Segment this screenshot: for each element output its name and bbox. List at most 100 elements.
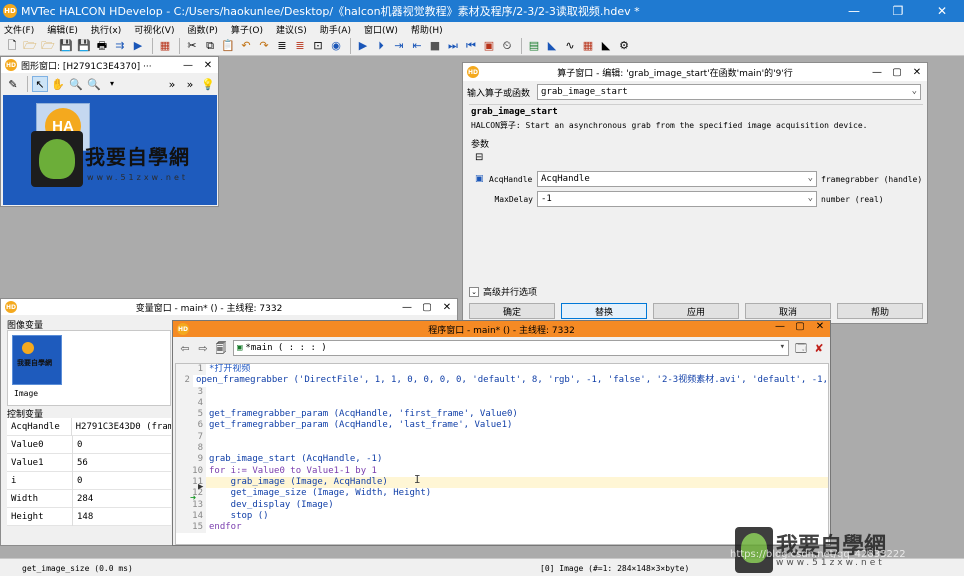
more-options-icon[interactable]: » bbox=[164, 76, 180, 92]
code-editor[interactable]: 1 *打开视频 2 open_framegrabber ('DirectFile', … bbox=[175, 363, 829, 545]
graphics-close-button[interactable]: ✕ bbox=[198, 60, 218, 71]
table-row[interactable]: i0 bbox=[7, 471, 171, 490]
code-line[interactable]: 12 get_image_size (Image, Width, Height) bbox=[176, 488, 828, 500]
clear-window-icon[interactable]: ✎ bbox=[5, 76, 21, 92]
undo-icon[interactable]: ↶ bbox=[238, 38, 254, 54]
table-row[interactable]: Value0 0 bbox=[7, 435, 171, 454]
maximize-button[interactable]: ❐ bbox=[876, 0, 920, 22]
code-line[interactable]: 4 bbox=[176, 397, 828, 410]
zoom-icon[interactable]: 🔍 bbox=[68, 76, 84, 92]
table-row[interactable]: Value1 56 bbox=[7, 453, 171, 472]
apply-button[interactable]: 应用 bbox=[653, 303, 739, 319]
code-line[interactable]: 11 grab_image (Image, AcqHandle) bbox=[176, 476, 828, 489]
code-line[interactable]: 10 for i:= Value0 to Value1-1 by 1 bbox=[176, 465, 828, 477]
open-recent-icon[interactable]: 🗁 bbox=[40, 38, 56, 54]
operator-close-button[interactable]: ✕ bbox=[907, 67, 927, 78]
step-over-icon[interactable]: ⏵ bbox=[373, 38, 389, 54]
feature-inspection-icon[interactable]: ▤ bbox=[526, 38, 542, 54]
histogram-icon[interactable]: ◣ bbox=[544, 38, 560, 54]
procedure-edit-icon[interactable]: 🗐 bbox=[213, 340, 229, 356]
minimize-button[interactable]: — bbox=[832, 0, 876, 22]
back-arrow-icon[interactable]: ⇦ bbox=[177, 340, 193, 356]
open-file-icon[interactable]: 🗁 bbox=[22, 38, 38, 54]
print-icon[interactable]: 🖶 bbox=[94, 38, 110, 54]
chevron-down-icon[interactable]: ▾ bbox=[780, 342, 785, 352]
image-variable-thumbnail[interactable]: 我要自學網 bbox=[12, 335, 62, 385]
toggle-comment-icon[interactable]: ⊡ bbox=[310, 38, 326, 54]
param-value-combo[interactable]: -1 ⌄ bbox=[537, 191, 817, 207]
menu-file[interactable]: 文件(F) bbox=[4, 23, 34, 36]
redo-icon[interactable]: ↷ bbox=[256, 38, 272, 54]
timer-icon[interactable]: ⏲ bbox=[499, 38, 515, 54]
gray-histogram-icon[interactable]: ◣ bbox=[598, 38, 614, 54]
menu-execute[interactable]: 执行(x) bbox=[91, 23, 121, 36]
procedure-save-icon[interactable]: 🗔 bbox=[793, 340, 809, 356]
table-row[interactable]: Width 284 bbox=[7, 489, 171, 508]
chevron-down-icon[interactable]: ⌄ bbox=[912, 86, 917, 96]
chevron-down-icon[interactable]: ▾ bbox=[104, 76, 120, 92]
zoom-window-icon[interactable]: ▦ bbox=[580, 38, 596, 54]
program-minimize-button[interactable]: — bbox=[770, 321, 790, 332]
parameter-info-icon[interactable]: ⊟ bbox=[475, 152, 483, 163]
menu-suggestions[interactable]: 建议(S) bbox=[276, 23, 307, 36]
pan-hand-icon[interactable]: ✋ bbox=[50, 76, 66, 92]
profiler-icon[interactable]: ▣ bbox=[481, 38, 497, 54]
menu-window[interactable]: 窗口(W) bbox=[364, 23, 398, 36]
export-icon[interactable]: ▶ bbox=[130, 38, 146, 54]
run-to-icon[interactable]: ⏭ bbox=[445, 38, 461, 54]
reset-program-icon[interactable]: ⏮ bbox=[463, 38, 479, 54]
operator-input-combo[interactable]: grab_image_start ⌄ bbox=[537, 84, 921, 100]
chevron-down-icon[interactable]: ⌄ bbox=[808, 193, 813, 203]
code-line[interactable]: 7 bbox=[176, 431, 828, 444]
code-line[interactable]: 8 bbox=[176, 443, 828, 455]
line-profile-icon[interactable]: ∿ bbox=[562, 38, 578, 54]
code-line[interactable]: 13 dev_display (Image) bbox=[176, 499, 828, 511]
procedure-delete-icon[interactable]: ✘ bbox=[811, 340, 827, 356]
help-button[interactable]: 帮助 bbox=[837, 303, 923, 319]
lightbulb-icon[interactable]: 💡 bbox=[200, 76, 216, 92]
menu-visualize[interactable]: 可视化(V) bbox=[134, 23, 174, 36]
goto-line-icon[interactable]: ≣ bbox=[292, 38, 308, 54]
paste-icon[interactable]: 📋 bbox=[220, 38, 236, 54]
insert-icon[interactable]: ⇉ bbox=[112, 38, 128, 54]
code-line[interactable]: 9 grab_image_start (AcqHandle, -1) bbox=[176, 454, 828, 466]
variable-maximize-button[interactable]: ▢ bbox=[417, 302, 437, 313]
code-line[interactable]: 15 endfor bbox=[176, 522, 828, 534]
menu-help[interactable]: 帮助(H) bbox=[411, 23, 443, 36]
advanced-options-row[interactable]: ⌄ 高级并行选项 bbox=[469, 285, 537, 298]
cut-icon[interactable]: ✂ bbox=[184, 38, 200, 54]
zoom-menu-icon[interactable]: 🔍 bbox=[86, 76, 102, 92]
save-icon[interactable]: 💾 bbox=[58, 38, 74, 54]
expand-icon[interactable]: ⌄ bbox=[469, 286, 479, 297]
graphics-canvas[interactable]: HA 我要自學網 www.51zxw.net bbox=[3, 95, 217, 205]
code-line[interactable]: 5 get_framegrabber_param (AcqHandle, 'fir… bbox=[176, 409, 828, 421]
library-icon[interactable]: ◉ bbox=[328, 38, 344, 54]
table-row[interactable]: AcqHandle H2791C3E43D0 (fram bbox=[7, 417, 171, 436]
find-replace-icon[interactable]: ≣ bbox=[274, 38, 290, 54]
cancel-button[interactable]: 取消 bbox=[745, 303, 831, 319]
code-line[interactable]: 6 get_framegrabber_param (AcqHandle, 'las… bbox=[176, 420, 828, 432]
program-close-button[interactable]: ✕ bbox=[810, 321, 830, 332]
save-all-icon[interactable]: 💾 bbox=[76, 38, 92, 54]
menu-operators[interactable]: 算子(O) bbox=[231, 23, 263, 36]
step-out-icon[interactable]: ⇤ bbox=[409, 38, 425, 54]
table-row[interactable]: Height 148 bbox=[7, 507, 171, 526]
new-file-icon[interactable]: 🗋 bbox=[4, 38, 20, 54]
menu-assistants[interactable]: 助手(A) bbox=[320, 23, 351, 36]
menu-procedures[interactable]: 函数(P) bbox=[187, 23, 217, 36]
variable-minimize-button[interactable]: — bbox=[397, 302, 417, 313]
menu-edit[interactable]: 编辑(E) bbox=[47, 23, 78, 36]
stop-icon[interactable]: ■ bbox=[427, 38, 443, 54]
run-icon[interactable]: ▶ bbox=[355, 38, 371, 54]
ok-button[interactable]: 确定 bbox=[469, 303, 555, 319]
step-into-icon[interactable]: ⇥ bbox=[391, 38, 407, 54]
forward-arrow-icon[interactable]: ⇨ bbox=[195, 340, 211, 356]
close-button[interactable]: ✕ bbox=[920, 0, 964, 22]
param-value-combo[interactable]: AcqHandle ⌄ bbox=[537, 171, 817, 187]
code-line[interactable]: 1 *打开视频 bbox=[176, 364, 828, 376]
code-line[interactable]: 2 open_framegrabber ('DirectFile', 1, 1, … bbox=[176, 375, 828, 387]
chevron-down-icon[interactable]: ⌄ bbox=[808, 173, 813, 183]
pointer-icon[interactable]: ↖ bbox=[32, 76, 48, 92]
operator-minimize-button[interactable]: — bbox=[867, 67, 887, 78]
program-maximize-button[interactable]: ▢ bbox=[790, 321, 810, 332]
